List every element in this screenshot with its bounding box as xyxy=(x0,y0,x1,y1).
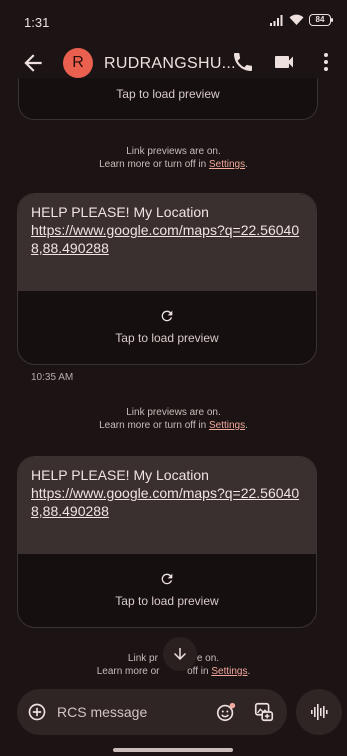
add-circle-icon[interactable] xyxy=(27,702,47,722)
message-text: HELP PLEASE! My Location xyxy=(31,467,209,483)
gallery-icon[interactable] xyxy=(253,701,275,723)
preview-label: Tap to load preview xyxy=(116,87,220,101)
notice-suffix: . xyxy=(245,159,248,170)
notice-line: Learn more or turn off in Settings. xyxy=(0,158,347,171)
signal-icon xyxy=(270,14,283,26)
rcs-message-input[interactable] xyxy=(57,689,207,735)
preview-label: Tap to load preview xyxy=(115,331,219,345)
more-vert-icon[interactable] xyxy=(314,50,338,74)
settings-link[interactable]: Settings xyxy=(211,666,247,677)
conversation-screen: 1:31 84 R RUDRANGSHU... Tap to load prev… xyxy=(0,0,347,756)
message-composer xyxy=(17,689,287,735)
link-preview[interactable]: Tap to load preview xyxy=(18,291,316,364)
link-preview[interactable]: Tap to load preview xyxy=(18,554,316,627)
message-text-area: HELP PLEASE! My Location https://www.goo… xyxy=(18,457,316,554)
link-preview-notice: Link previews are on. Learn more or turn… xyxy=(0,145,347,171)
settings-link[interactable]: Settings xyxy=(209,159,245,170)
phone-icon[interactable] xyxy=(231,50,255,74)
scroll-to-bottom-button[interactable] xyxy=(163,637,197,671)
waveform-icon xyxy=(311,704,328,720)
preview-label: Tap to load preview xyxy=(115,594,219,608)
battery-icon: 84 xyxy=(309,14,333,26)
avatar[interactable]: R xyxy=(63,48,93,78)
link-preview-notice: Link previews are on. Learn more or turn… xyxy=(0,406,347,432)
emoji-icon[interactable] xyxy=(215,701,237,723)
top-link-preview[interactable]: Tap to load preview xyxy=(18,78,318,120)
message-bubble[interactable]: HELP PLEASE! My Location https://www.goo… xyxy=(17,193,317,365)
video-icon[interactable] xyxy=(272,50,296,74)
settings-link[interactable]: Settings xyxy=(209,420,245,431)
message-text-area: HELP PLEASE! My Location https://www.goo… xyxy=(18,194,316,291)
gesture-navigation-bar[interactable] xyxy=(113,748,233,752)
notice-line: Link previews are on. xyxy=(126,407,221,418)
contact-name[interactable]: RUDRANGSHU... xyxy=(104,55,236,73)
notice-line: Link previews are on. xyxy=(126,146,221,157)
message-link[interactable]: https://www.google.com/maps?q=22.560408,… xyxy=(31,485,299,519)
refresh-icon xyxy=(161,310,173,322)
message-bubble[interactable]: HELP PLEASE! My Location https://www.goo… xyxy=(17,456,317,628)
wifi-icon xyxy=(289,14,304,25)
status-bar: 1:31 84 xyxy=(0,0,347,36)
message-timestamp: 10:35 AM xyxy=(31,372,74,383)
message-link[interactable]: https://www.google.com/maps?q=22.560408,… xyxy=(31,222,299,256)
notice-text: Link pr xyxy=(127,653,158,664)
notice-suffix: . xyxy=(245,420,248,431)
notice-text: Learn more or xyxy=(96,666,163,677)
notice-text: Learn more or turn off in xyxy=(99,159,209,170)
arrow-left-icon[interactable] xyxy=(20,50,46,76)
voice-message-button[interactable] xyxy=(296,689,342,735)
notice-text: Learn more or turn off in xyxy=(99,420,209,431)
status-icons: 84 xyxy=(270,14,333,26)
arrow-down-icon xyxy=(174,648,186,660)
notice-suffix: . xyxy=(247,666,251,677)
message-text: HELP PLEASE! My Location xyxy=(31,204,209,220)
notice-line: Learn more or turn off in Settings. xyxy=(0,419,347,432)
refresh-icon xyxy=(161,573,173,585)
status-time: 1:31 xyxy=(24,15,50,30)
